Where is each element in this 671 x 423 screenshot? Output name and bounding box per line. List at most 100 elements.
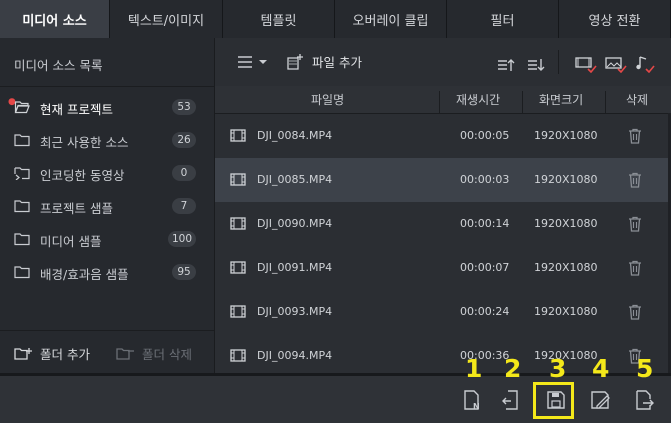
folder-open-icon <box>14 101 30 114</box>
export-project-icon[interactable] <box>633 389 655 411</box>
save-as-project-icon[interactable] <box>589 389 611 411</box>
folder-item-bg-sfx-samples[interactable]: 배경/효과음 샘플 95 <box>0 259 214 285</box>
divider <box>558 50 559 74</box>
divider <box>0 86 214 87</box>
add-file-label: 파일 추가 <box>312 55 362 70</box>
folder-label: 인코딩한 동영상 <box>40 168 125 183</box>
annotation-number-3: 3 <box>549 354 567 383</box>
folder-add-icon <box>14 347 32 360</box>
tab-overlay-clip[interactable]: 오버레이 클립 <box>335 0 447 38</box>
annotation-number-1: 1 <box>465 354 483 383</box>
source-tab-bar: 미디어 소스 텍스트/이미지 템플릿 오버레이 클립 필터 영상 전환 <box>0 0 671 38</box>
sort-ascending-icon[interactable] <box>497 57 515 73</box>
count-badge: 26 <box>172 132 196 148</box>
file-row[interactable]: DJI_0084.MP4 00:00:05 1920X1080 <box>215 114 671 159</box>
video-file-icon <box>230 349 246 362</box>
delete-folder-button[interactable]: 폴더 삭제 <box>116 344 192 363</box>
panel-title: 미디어 소스 목록 <box>14 58 103 73</box>
file-resolution: 1920X1080 <box>534 305 598 318</box>
annotation-number-2: 2 <box>504 354 522 383</box>
folder-label: 현재 프로젝트 <box>40 102 113 117</box>
video-filter-icon[interactable] <box>575 55 597 73</box>
folder-label: 프로젝트 샘플 <box>40 201 113 216</box>
count-badge: 100 <box>167 231 196 247</box>
media-source-panel: 미디어 소스 목록 ● 현재 프로젝트 53 최근 사용한 소스 26 인코딩한… <box>0 38 215 373</box>
file-duration: 00:00:24 <box>460 305 510 318</box>
tab-text-image[interactable]: 텍스트/이미지 <box>110 0 223 38</box>
svg-text:N: N <box>473 402 480 411</box>
image-filter-icon[interactable] <box>605 55 627 73</box>
video-file-icon <box>230 173 246 186</box>
sort-descending-icon[interactable] <box>527 57 545 73</box>
folder-label: 최근 사용한 소스 <box>40 135 129 150</box>
file-name: DJI_0090.MP4 <box>257 217 333 230</box>
annotation-number-5: 5 <box>636 354 654 383</box>
file-resolution: 1920X1080 <box>534 129 598 142</box>
file-row[interactable]: DJI_0093.MP4 00:00:24 1920X1080 <box>215 290 671 335</box>
tab-media-source[interactable]: 미디어 소스 <box>0 0 110 38</box>
trash-icon[interactable] <box>628 260 642 276</box>
file-name: DJI_0084.MP4 <box>257 129 333 142</box>
file-duration: 00:00:14 <box>460 217 510 230</box>
folder-icon <box>14 134 30 147</box>
file-row[interactable]: DJI_0091.MP4 00:00:07 1920X1080 <box>215 246 671 291</box>
folder-item-media-samples[interactable]: 미디어 샘플 100 <box>0 226 214 252</box>
file-resolution: 1920X1080 <box>534 217 598 230</box>
folder-icon <box>14 200 30 213</box>
divider <box>0 330 214 331</box>
new-project-icon[interactable]: N <box>461 389 483 411</box>
file-list-header: 파일명 재생시간 화면크기 삭제 <box>215 86 671 118</box>
folder-item-encoded-videos[interactable]: 인코딩한 동영상 0 <box>0 160 214 186</box>
add-file-icon <box>287 53 303 70</box>
count-badge: 0 <box>172 165 196 181</box>
trash-icon[interactable] <box>628 304 642 320</box>
add-folder-label: 폴더 추가 <box>40 347 90 362</box>
tab-transition[interactable]: 영상 전환 <box>559 0 671 38</box>
file-row[interactable]: DJI_0085.MP4 00:00:03 1920X1080 <box>215 158 671 203</box>
video-file-icon <box>230 261 246 274</box>
tab-filter[interactable]: 필터 <box>447 0 559 38</box>
delete-folder-label: 폴더 삭제 <box>142 347 192 362</box>
folder-item-project-samples[interactable]: 프로젝트 샘플 7 <box>0 193 214 219</box>
folder-encoded-icon <box>14 167 30 180</box>
highlight-box <box>533 382 574 419</box>
file-duration: 00:00:07 <box>460 261 510 274</box>
add-folder-button[interactable]: 폴더 추가 <box>14 344 90 363</box>
file-toolbar: 파일 추가 <box>215 38 671 87</box>
count-badge: 95 <box>172 264 196 280</box>
view-menu-button[interactable] <box>237 54 269 74</box>
annotation-number-4: 4 <box>592 354 610 383</box>
tab-template[interactable]: 템플릿 <box>223 0 335 38</box>
folder-label: 미디어 샘플 <box>40 234 102 249</box>
video-file-icon <box>230 129 246 142</box>
file-resolution: 1920X1080 <box>534 261 598 274</box>
open-project-icon[interactable] <box>500 389 522 411</box>
folder-item-current-project[interactable]: ● 현재 프로젝트 53 <box>0 94 214 120</box>
folder-remove-icon <box>116 347 134 360</box>
file-row[interactable]: DJI_0090.MP4 00:00:14 1920X1080 <box>215 202 671 247</box>
folder-item-recent-sources[interactable]: 최근 사용한 소스 26 <box>0 127 214 153</box>
file-name: DJI_0085.MP4 <box>257 173 333 186</box>
trash-icon[interactable] <box>628 172 642 188</box>
trash-icon[interactable] <box>628 128 642 144</box>
audio-filter-icon[interactable] <box>635 55 657 73</box>
count-badge: 7 <box>172 198 196 214</box>
trash-icon[interactable] <box>628 216 642 232</box>
column-resolution[interactable]: 화면크기 <box>539 91 583 108</box>
file-duration: 00:00:05 <box>460 129 510 142</box>
video-file-icon <box>230 217 246 230</box>
video-file-icon <box>230 305 246 318</box>
folder-icon <box>14 266 30 279</box>
file-resolution: 1920X1080 <box>534 173 598 186</box>
folder-label: 배경/효과음 샘플 <box>40 267 129 282</box>
count-badge: 53 <box>172 99 196 115</box>
file-name: DJI_0093.MP4 <box>257 305 333 318</box>
column-duration[interactable]: 재생시간 <box>456 91 500 108</box>
add-file-button[interactable]: 파일 추가 <box>285 52 362 71</box>
file-duration: 00:00:03 <box>460 173 510 186</box>
column-filename[interactable]: 파일명 <box>311 91 344 108</box>
file-name: DJI_0091.MP4 <box>257 261 333 274</box>
hamburger-icon <box>238 56 267 68</box>
file-name: DJI_0094.MP4 <box>257 349 333 362</box>
column-delete: 삭제 <box>626 93 649 107</box>
